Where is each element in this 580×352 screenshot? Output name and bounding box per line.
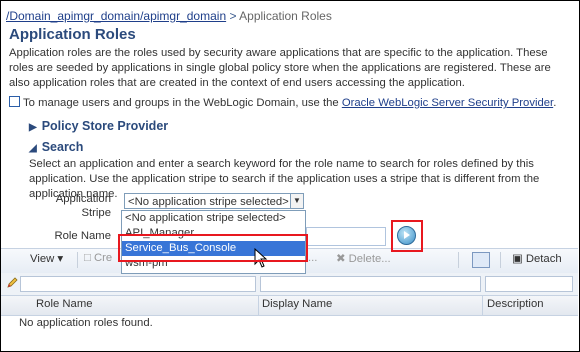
policy-store-label: Policy Store Provider [41, 119, 169, 133]
description-filter[interactable] [485, 276, 573, 292]
breadcrumb-domain-link[interactable]: /Domain_apimgr_domain/apimgr_domain [6, 9, 226, 23]
detach-icon: ▣ [512, 253, 523, 265]
toolbar-divider [77, 252, 78, 268]
role-name-label: Role Name [54, 230, 111, 242]
expand-icon: ▶ [29, 122, 37, 133]
collapse-icon: ◢ [29, 143, 37, 154]
ellipsis-button[interactable]: ... [308, 252, 317, 264]
empty-table-message: No application roles found. [19, 317, 153, 329]
manage-suffix: . [553, 97, 557, 109]
column-description[interactable]: Description [487, 298, 544, 310]
column-role-name[interactable]: Role Name [36, 298, 93, 310]
toolbar-divider-3 [500, 252, 501, 268]
display-name-filter[interactable] [260, 276, 481, 292]
dropdown-option[interactable]: <No application stripe selected> [122, 211, 305, 226]
policy-store-section-header[interactable]: ▶ Policy Store Provider [29, 119, 168, 133]
column-divider [258, 295, 259, 315]
search-section-header[interactable]: ◢ Search [29, 140, 83, 154]
delete-label: Delete... [348, 253, 391, 265]
stripe-label-line2: Stripe [81, 207, 111, 219]
delete-button[interactable]: ✖ Delete... [336, 252, 391, 265]
breadcrumb: /Domain_apimgr_domain/apimgr_domain > Ap… [6, 9, 332, 23]
query-by-example-icon[interactable] [472, 252, 490, 268]
create-label: Cre [93, 252, 113, 264]
view-label: View [30, 253, 55, 265]
view-menu[interactable]: View ▾ [30, 252, 63, 265]
manage-note: To manage users and groups in the WebLog… [9, 95, 556, 109]
page-description: Application roles are the roles used by … [9, 47, 551, 89]
filter-pencil-icon[interactable] [6, 277, 18, 289]
select-arrow-icon[interactable]: ▼ [290, 193, 304, 209]
detach-button[interactable]: ▣ Detach [512, 252, 562, 265]
external-link-icon [9, 96, 20, 107]
detach-label: Detach [525, 253, 562, 265]
column-display-name[interactable]: Display Name [262, 298, 332, 310]
highlight-go-button [391, 220, 423, 252]
page-title: Application Roles [9, 26, 136, 43]
create-button[interactable]: □ Cre [84, 252, 112, 264]
column-divider-2 [482, 295, 483, 315]
search-label: Search [41, 140, 84, 154]
role-name-input[interactable] [306, 227, 386, 246]
role-name-filter[interactable] [20, 276, 256, 292]
breadcrumb-current: Application Roles [239, 9, 332, 23]
highlight-selected-option [118, 234, 308, 262]
security-provider-link[interactable]: Oracle WebLogic Server Security Provider [342, 97, 553, 109]
stripe-label-line1: Application [55, 193, 111, 205]
delete-icon: ✖ [336, 253, 346, 265]
manage-text: To manage users and groups in the WebLog… [23, 97, 342, 109]
toolbar-divider-2 [458, 252, 459, 268]
application-stripe-select[interactable]: <No application stripe selected> [124, 193, 292, 209]
breadcrumb-separator: > [226, 9, 240, 23]
